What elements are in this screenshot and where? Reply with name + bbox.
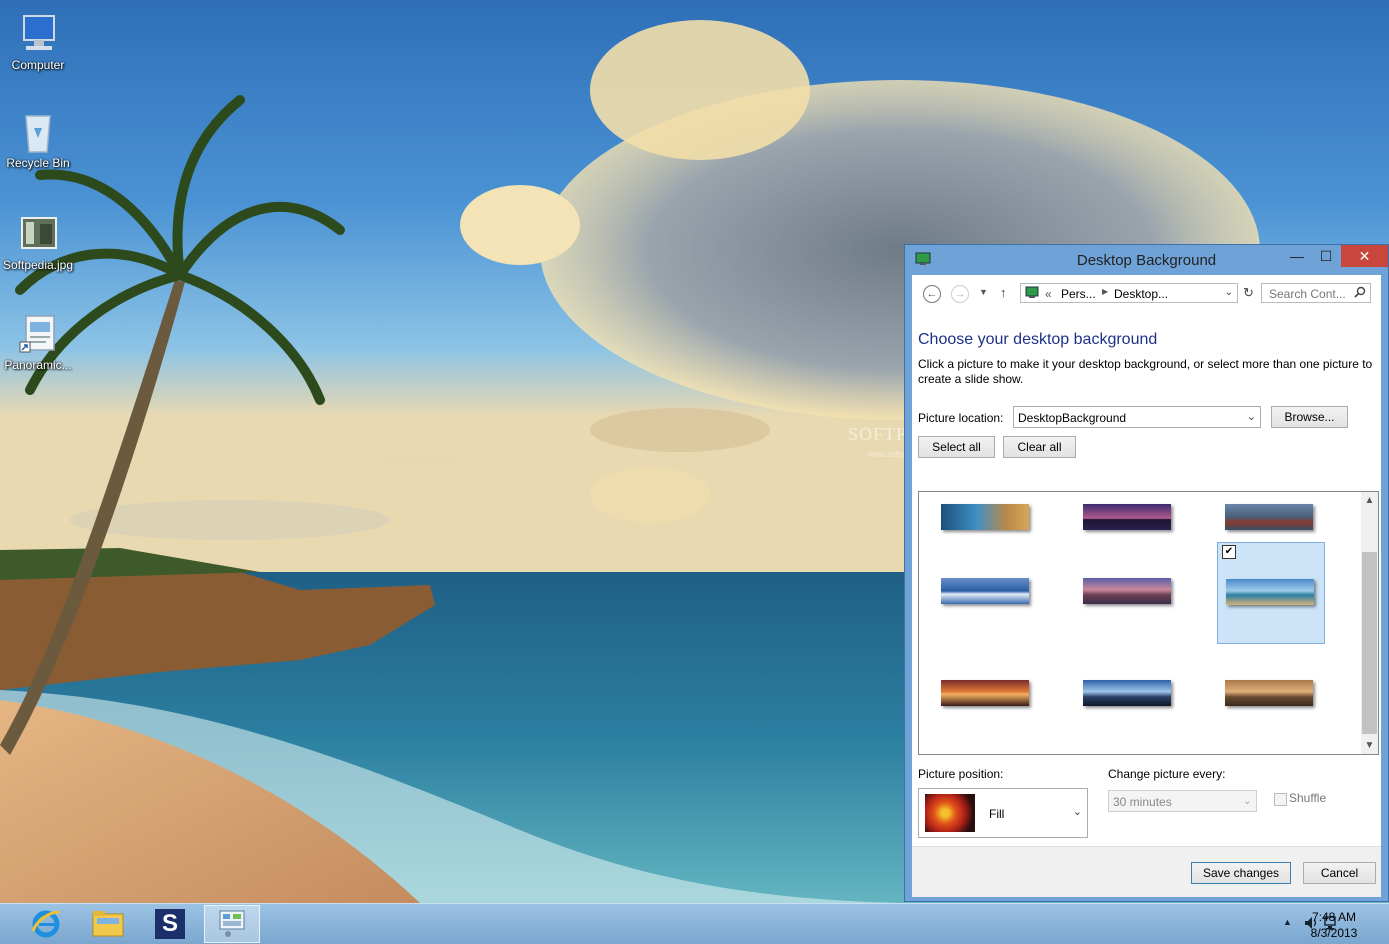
breadcrumb-personalization[interactable]: Pers... bbox=[1061, 287, 1096, 301]
refresh-button[interactable]: ↻ bbox=[1243, 285, 1254, 301]
save-changes-button[interactable]: Save changes bbox=[1191, 862, 1291, 884]
taskbar-file-explorer[interactable] bbox=[80, 905, 136, 943]
breadcrumb-overflow[interactable]: « bbox=[1045, 287, 1052, 301]
recent-pages-chevron-icon[interactable]: ▼ bbox=[979, 287, 988, 297]
thumbnail-image bbox=[941, 680, 1029, 706]
clock-time: 7:48 AM bbox=[1311, 910, 1357, 924]
picture-location-select[interactable]: DesktopBackground ⌄ bbox=[1013, 406, 1261, 428]
address-dropdown-chevron-icon[interactable]: ⌄ bbox=[1225, 287, 1233, 298]
desktop-background-window: Desktop Background — ☐ ✕ ← → ▼ ↑ « Pers.… bbox=[904, 244, 1389, 902]
picture-thumbnail[interactable] bbox=[1069, 650, 1177, 752]
chevron-down-icon: ⌄ bbox=[1246, 411, 1256, 423]
change-picture-value: 30 minutes bbox=[1113, 795, 1172, 809]
up-button[interactable]: ↑ bbox=[1000, 285, 1007, 300]
minimize-button[interactable]: — bbox=[1283, 245, 1311, 267]
chevron-down-icon: ⌄ bbox=[1242, 795, 1252, 807]
search-placeholder: Search Cont... bbox=[1269, 287, 1346, 301]
computer-icon bbox=[16, 12, 60, 56]
navigation-bar: ← → ▼ ↑ « Pers... ▶ Desktop... ⌄ ↻ Searc… bbox=[912, 275, 1381, 313]
taskbar: S ▲ 7:48 AM 8/3/2013 bbox=[0, 903, 1389, 944]
system-tray: ▲ 7:48 AM 8/3/2013 bbox=[1219, 904, 1389, 944]
breadcrumb-separator-icon: ▶ bbox=[1102, 287, 1109, 296]
taskbar-softpedia[interactable]: S bbox=[142, 905, 198, 943]
content-area: Choose your desktop background Click a p… bbox=[912, 313, 1381, 846]
picture-thumbnail[interactable] bbox=[927, 650, 1035, 752]
gallery-scrollbar[interactable]: ▲ ▼ bbox=[1361, 492, 1378, 754]
shuffle-label: Shuffle bbox=[1289, 791, 1327, 805]
thumbnail-image bbox=[1083, 504, 1171, 530]
shortcut-icon bbox=[16, 312, 60, 356]
desktop-icon-label: Recycle Bin bbox=[6, 156, 70, 170]
control-panel-icon bbox=[216, 907, 248, 942]
picture-thumbnail[interactable] bbox=[1069, 542, 1177, 644]
cancel-button[interactable]: Cancel bbox=[1303, 862, 1376, 884]
picture-thumbnail[interactable] bbox=[927, 542, 1035, 644]
thumbnail-checkbox[interactable]: ✔ bbox=[1222, 545, 1236, 559]
taskbar-control-panel[interactable] bbox=[204, 905, 260, 943]
clock-date: 8/3/2013 bbox=[1310, 926, 1358, 940]
picture-gallery[interactable]: ✔ ▲ ▼ bbox=[918, 491, 1379, 755]
page-title: Choose your desktop background bbox=[918, 331, 1158, 348]
picture-position-label: Picture position: bbox=[918, 767, 1004, 781]
taskbar-internet-explorer[interactable] bbox=[18, 905, 74, 943]
recycle-bin-icon bbox=[16, 110, 60, 154]
thumbnail-image bbox=[1226, 579, 1314, 605]
image-file-icon bbox=[16, 212, 60, 256]
shuffle-checkbox[interactable] bbox=[1274, 793, 1287, 806]
select-all-button[interactable]: Select all bbox=[918, 436, 995, 458]
picture-position-value: Fill bbox=[989, 807, 1005, 821]
thumbnail-image bbox=[1083, 680, 1171, 706]
thumbnail-image bbox=[941, 504, 1029, 530]
back-button[interactable]: ← bbox=[923, 285, 941, 303]
desktop-icon-softpedia-jpg[interactable]: Softpedia.jpg bbox=[0, 212, 76, 272]
desktop-icon-label: Panoramic... bbox=[4, 358, 72, 372]
show-hidden-icons-chevron-icon[interactable]: ▲ bbox=[1283, 917, 1292, 927]
scroll-up-chevron-icon[interactable]: ▲ bbox=[1361, 492, 1378, 509]
scrollbar-thumb[interactable] bbox=[1362, 552, 1377, 734]
desktop-icon-recycle-bin[interactable]: Recycle Bin bbox=[0, 110, 76, 170]
desktop-icon-panoramic[interactable]: Panoramic... bbox=[0, 312, 76, 372]
close-button[interactable]: ✕ bbox=[1341, 245, 1388, 267]
change-picture-label: Change picture every: bbox=[1108, 767, 1226, 781]
picture-position-preview bbox=[925, 794, 975, 832]
browse-button[interactable]: Browse... bbox=[1271, 406, 1348, 428]
address-bar[interactable]: « Pers... ▶ Desktop... ⌄ bbox=[1020, 283, 1238, 303]
desktop-icon-computer[interactable]: Computer bbox=[0, 12, 76, 72]
picture-thumbnail[interactable] bbox=[1211, 650, 1319, 752]
folder-icon bbox=[91, 908, 125, 941]
search-input[interactable]: Search Cont... bbox=[1261, 283, 1371, 303]
maximize-button[interactable]: ☐ bbox=[1312, 245, 1340, 267]
thumbnail-image bbox=[1225, 680, 1313, 706]
forward-button[interactable]: → bbox=[951, 285, 969, 303]
desktop-icon-label: Computer bbox=[11, 58, 65, 72]
change-picture-select[interactable]: 30 minutes ⌄ bbox=[1108, 790, 1257, 812]
clear-all-button[interactable]: Clear all bbox=[1003, 436, 1076, 458]
scroll-down-chevron-icon[interactable]: ▼ bbox=[1361, 737, 1378, 754]
page-description: Click a picture to make it your desktop … bbox=[918, 357, 1373, 386]
internet-explorer-icon bbox=[30, 907, 62, 942]
dialog-footer: Save changes Cancel bbox=[912, 846, 1381, 897]
picture-position-select[interactable]: Fill ⌄ bbox=[918, 788, 1088, 838]
breadcrumb-desktop-background[interactable]: Desktop... bbox=[1114, 287, 1168, 301]
picture-thumbnail-selected[interactable]: ✔ bbox=[1217, 542, 1325, 644]
picture-location-label: Picture location: bbox=[918, 411, 1004, 425]
chevron-down-icon: ⌄ bbox=[1072, 806, 1082, 818]
thumbnail-image bbox=[1083, 578, 1171, 604]
window-client: ← → ▼ ↑ « Pers... ▶ Desktop... ⌄ ↻ Searc… bbox=[912, 275, 1381, 897]
softpedia-icon: S bbox=[155, 909, 185, 939]
thumbnail-image bbox=[941, 578, 1029, 604]
thumbnail-image bbox=[1225, 504, 1313, 530]
picture-location-value: DesktopBackground bbox=[1018, 411, 1127, 425]
taskbar-clock[interactable]: 7:48 AM 8/3/2013 bbox=[1299, 909, 1369, 941]
search-icon[interactable] bbox=[1354, 286, 1366, 301]
control-panel-icon bbox=[1025, 286, 1039, 302]
desktop-icon-label: Softpedia.jpg bbox=[2, 258, 74, 272]
title-bar[interactable]: Desktop Background — ☐ ✕ bbox=[905, 245, 1388, 275]
